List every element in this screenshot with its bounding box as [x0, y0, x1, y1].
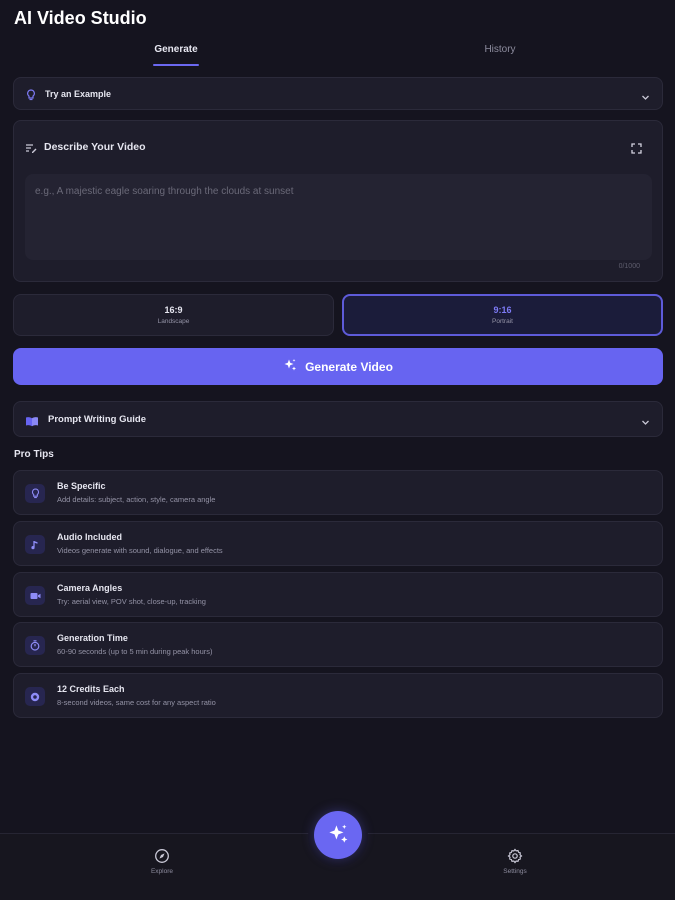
describe-video-card: Describe Your Video 0/1000: [13, 120, 663, 282]
nav-settings[interactable]: Settings: [475, 848, 555, 875]
generate-video-button[interactable]: Generate Video: [13, 348, 663, 385]
timer-icon: [25, 636, 45, 655]
tip-description: 8-second videos, same cost for any aspec…: [57, 698, 216, 707]
character-counter: 0/1000: [618, 263, 640, 270]
video-camera-icon: [25, 586, 45, 605]
chevron-down-icon: [641, 414, 650, 432]
edit-text-icon: [25, 141, 37, 159]
aspect-ratio-portrait[interactable]: 9:16 Portrait: [342, 294, 663, 336]
tip-card: Camera Angles Try: aerial view, POV shot…: [13, 572, 663, 617]
tip-title: Be Specific: [57, 481, 106, 491]
prompt-guide-label: Prompt Writing Guide: [48, 414, 146, 425]
sparkles-icon: [327, 823, 349, 848]
tip-title: Generation Time: [57, 633, 128, 643]
tip-description: 60-90 seconds (up to 5 min during peak h…: [57, 647, 213, 656]
tip-card: Be Specific Add details: subject, action…: [13, 470, 663, 515]
nav-explore-label: Explore: [150, 868, 174, 875]
nav-settings-label: Settings: [503, 868, 527, 875]
ratio-name: Landscape: [157, 318, 190, 325]
video-prompt-input[interactable]: [25, 174, 652, 260]
prompt-guide-dropdown[interactable]: Prompt Writing Guide: [13, 401, 663, 437]
aspect-ratio-landscape[interactable]: 16:9 Landscape: [13, 294, 334, 336]
chevron-down-icon: [641, 89, 650, 107]
create-fab-button[interactable]: [314, 811, 362, 859]
gear-icon: [507, 848, 523, 864]
try-example-dropdown[interactable]: Try an Example: [13, 77, 663, 110]
tab-bar: Generate History: [0, 38, 675, 68]
tip-card: Audio Included Videos generate with soun…: [13, 521, 663, 566]
lightbulb-icon: [25, 484, 45, 503]
ratio-name: Portrait: [492, 318, 513, 325]
tip-description: Add details: subject, action, style, cam…: [57, 495, 216, 504]
app-title: AI Video Studio: [14, 8, 147, 28]
sparkles-icon: [283, 358, 297, 375]
ratio-value: 16:9: [164, 305, 183, 315]
coin-icon: [25, 687, 45, 706]
music-note-icon: [25, 535, 45, 554]
tip-card: Generation Time 60-90 seconds (up to 5 m…: [13, 622, 663, 667]
tip-title: Camera Angles: [57, 583, 123, 593]
describe-video-label: Describe Your Video: [44, 141, 146, 153]
pro-tips-title: Pro Tips: [14, 449, 54, 460]
tip-title: Audio Included: [57, 532, 122, 542]
ratio-value: 9:16: [493, 305, 512, 315]
book-icon: [25, 414, 39, 432]
generate-video-label: Generate Video: [305, 359, 393, 374]
expand-icon[interactable]: [631, 141, 642, 159]
nav-explore[interactable]: Explore: [122, 848, 202, 875]
try-example-label: Try an Example: [45, 89, 112, 99]
tip-description: Try: aerial view, POV shot, close-up, tr…: [57, 597, 206, 606]
tip-card: 12 Credits Each 8-second videos, same co…: [13, 673, 663, 718]
compass-icon: [154, 848, 170, 864]
active-tab-indicator: [153, 64, 199, 66]
lightbulb-icon: [26, 88, 36, 106]
tip-title: 12 Credits Each: [57, 684, 125, 694]
tab-history[interactable]: History: [462, 38, 538, 68]
tip-description: Videos generate with sound, dialogue, an…: [57, 546, 223, 555]
